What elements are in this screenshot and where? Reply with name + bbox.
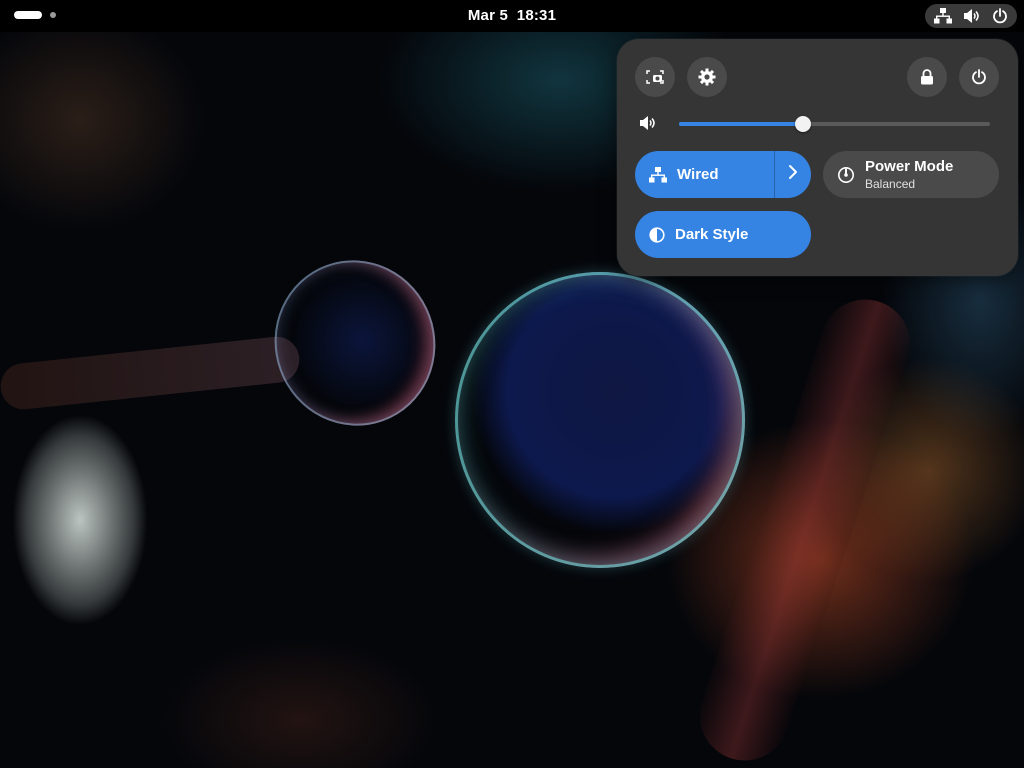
volume-row	[639, 113, 999, 135]
chevron-right-icon	[788, 164, 798, 185]
clock-date: Mar 5	[467, 7, 509, 24]
wired-toggle-button[interactable]: Wired	[635, 151, 774, 198]
volume-icon[interactable]	[639, 115, 657, 136]
wallpaper-large-bubble	[455, 272, 745, 568]
power-icon	[971, 69, 987, 85]
dark-style-tile[interactable]: Dark Style	[635, 211, 811, 258]
volume-slider[interactable]	[679, 116, 990, 132]
wired-label: Wired	[677, 166, 719, 183]
power-off-button[interactable]	[959, 57, 999, 97]
clock-time: 18:31	[516, 7, 557, 24]
screenshot-icon	[646, 69, 664, 85]
wallpaper-streak	[0, 334, 302, 412]
lock-icon	[920, 69, 934, 85]
volume-slider-fill	[679, 122, 804, 126]
system-status-menu[interactable]	[925, 4, 1017, 28]
power-icon	[992, 8, 1008, 24]
power-mode-icon	[837, 166, 855, 184]
settings-button[interactable]	[687, 57, 727, 97]
volume-slider-handle[interactable]	[795, 116, 812, 132]
wired-menu-button[interactable]	[775, 151, 811, 198]
power-mode-tile[interactable]: Power Mode Balanced	[823, 151, 999, 198]
gear-icon	[698, 68, 716, 86]
wired-tile: Wired	[635, 151, 811, 198]
power-mode-label: Power Mode	[865, 158, 954, 175]
top-bar: Mar 5 18:31	[0, 0, 1024, 32]
dark-style-label: Dark Style	[675, 226, 749, 243]
screenshot-button[interactable]	[635, 57, 675, 97]
network-wired-icon	[649, 166, 667, 183]
clock-button[interactable]: Mar 5 18:31	[0, 7, 1024, 24]
wallpaper-small-bubble	[251, 237, 459, 449]
network-wired-icon	[934, 8, 953, 24]
power-mode-text: Power Mode Balanced	[865, 158, 953, 191]
volume-icon	[963, 8, 981, 24]
lock-button[interactable]	[907, 57, 947, 97]
dark-style-icon	[649, 226, 665, 243]
power-mode-subtitle: Balanced	[865, 177, 916, 191]
quick-settings-panel: Wired Power Mode Balanced Dark Style	[617, 39, 1018, 276]
